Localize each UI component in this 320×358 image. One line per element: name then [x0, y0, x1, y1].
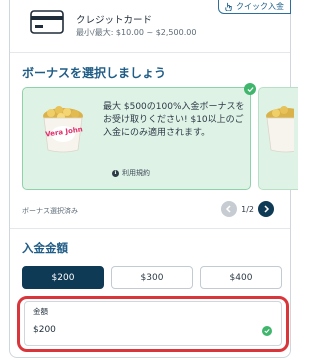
- chevron-right-icon: [264, 205, 270, 213]
- divider: [10, 228, 290, 229]
- payment-method-title: クレジットカード: [76, 15, 153, 26]
- payment-method-row[interactable]: クレジットカード 最小/最大: $10.00 ~ $2,500.00 クイック入…: [10, 0, 291, 50]
- hand-tap-icon: [225, 2, 232, 11]
- pager-next-button[interactable]: [258, 201, 274, 217]
- bonus-terms-link[interactable]: i 利用規約: [112, 168, 150, 178]
- quick-deposit-label: クイック入金: [236, 2, 284, 11]
- amount-label: 金額: [33, 307, 48, 316]
- bonus-card-next[interactable]: [258, 87, 298, 190]
- deposit-amount-heading: 入金金額: [22, 241, 68, 255]
- pager-prev-button[interactable]: [221, 201, 238, 217]
- bonus-coin-bucket-image: [266, 106, 294, 153]
- amount-value[interactable]: $200: [33, 325, 56, 335]
- quick-deposit-badge: クイック入金: [218, 0, 291, 14]
- bonus-heading: ボーナスを選択しましょう: [22, 66, 167, 80]
- info-icon: i: [112, 169, 119, 177]
- divider: [10, 52, 290, 53]
- bonus-selected-status: ボーナス選択済み: [22, 207, 78, 215]
- credit-card-icon: [30, 10, 64, 34]
- amount-input-field[interactable]: 金額 $200: [24, 301, 282, 346]
- amount-200-button[interactable]: $200: [22, 266, 104, 289]
- amount-400-button[interactable]: $400: [200, 266, 282, 289]
- bonus-description: 最大 $500の100%入金ボーナスをお受け取りください! $10以上のご入金に…: [103, 102, 245, 138]
- payment-method-limits: 最小/最大: $10.00 ~ $2,500.00: [76, 28, 197, 37]
- chevron-left-icon: [226, 205, 231, 213]
- bonus-card-selected[interactable]: Vera John 最大 $500の100%入金ボーナスをお受け取りください! …: [22, 83, 256, 190]
- amount-valid-check-icon: [262, 326, 272, 336]
- quick-amount-buttons: $200 $300 $400: [22, 266, 289, 289]
- pager-count: 1/2: [241, 204, 254, 214]
- bonus-pager: 1/2: [221, 201, 274, 217]
- bonus-terms-label: 利用規約: [122, 169, 150, 177]
- amount-300-button[interactable]: $300: [111, 266, 193, 289]
- bonus-selected-check-icon: [244, 83, 256, 95]
